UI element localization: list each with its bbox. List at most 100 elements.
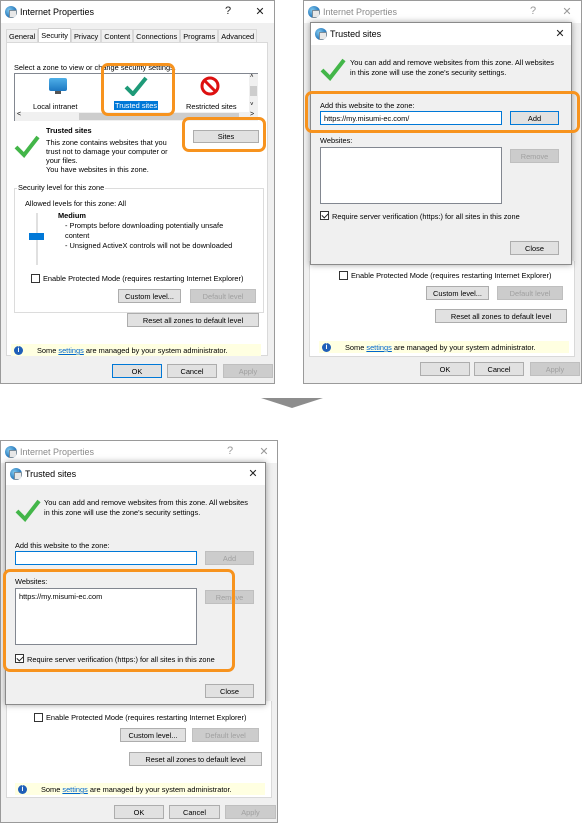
- zone-label: Restricted sites: [186, 102, 237, 111]
- scroll-up-icon[interactable]: ˄: [250, 74, 254, 80]
- help-button[interactable]: ?: [221, 5, 235, 17]
- tab-advanced[interactable]: Advanced: [218, 29, 258, 42]
- window-title: Internet Properties: [20, 7, 95, 17]
- checkmark-icon: [15, 499, 41, 522]
- help-button[interactable]: ?: [223, 445, 237, 457]
- zone-restricted-sites[interactable]: Restricted sites: [183, 76, 243, 112]
- add-website-label: Add this website to the zone:: [15, 541, 110, 550]
- settings-link[interactable]: settings: [62, 785, 87, 794]
- admin-info-bar: i Some settings are managed by your syst…: [15, 783, 265, 795]
- close-dialog-button[interactable]: Close: [510, 241, 559, 255]
- apply-button[interactable]: Apply: [225, 805, 276, 819]
- require-https-label: Require server verification (https:) for…: [332, 212, 520, 221]
- tab-strip: General Security Privacy Content Connect…: [6, 28, 258, 42]
- close-button[interactable]: ✕: [257, 445, 271, 458]
- close-button[interactable]: ✕: [253, 5, 267, 18]
- ie-globe-icon: [5, 446, 17, 458]
- info-text-post: are managed by your system administrator…: [87, 785, 232, 794]
- reset-all-zones-button[interactable]: Reset all zones to default level: [435, 309, 567, 323]
- level-description: - Unsigned ActiveX controls will not be …: [65, 241, 233, 250]
- add-button[interactable]: Add: [205, 551, 254, 565]
- default-level-button[interactable]: Default level: [190, 289, 256, 303]
- close-button[interactable]: ✕: [560, 5, 574, 18]
- default-level-button[interactable]: Default level: [497, 286, 563, 300]
- custom-level-button[interactable]: Custom level...: [426, 286, 489, 300]
- info-icon: i: [322, 343, 331, 352]
- zone-heading: Trusted sites: [46, 126, 92, 135]
- apply-button[interactable]: Apply: [530, 362, 580, 376]
- tab-general[interactable]: General: [6, 29, 39, 42]
- close-dialog-button[interactable]: Close: [205, 684, 254, 698]
- websites-list[interactable]: [320, 147, 502, 204]
- title-bar: Internet Properties ? ✕: [304, 1, 581, 23]
- ok-button[interactable]: OK: [112, 364, 162, 378]
- cancel-button[interactable]: Cancel: [169, 805, 220, 819]
- protected-mode-label: Enable Protected Mode (requires restarti…: [46, 713, 247, 722]
- tab-content[interactable]: Content: [101, 29, 134, 42]
- tab-connections[interactable]: Connections: [133, 29, 181, 42]
- scroll-down-icon[interactable]: ˅: [250, 102, 254, 108]
- cancel-button[interactable]: Cancel: [474, 362, 524, 376]
- close-button[interactable]: ✕: [553, 27, 567, 40]
- default-level-button[interactable]: Default level: [192, 728, 259, 742]
- level-description: - Prompts before downloading potentially…: [65, 221, 224, 230]
- custom-level-button[interactable]: Custom level...: [120, 728, 186, 742]
- protected-mode-checkbox[interactable]: [31, 274, 40, 283]
- settings-link[interactable]: settings: [58, 346, 83, 355]
- tab-privacy[interactable]: Privacy: [71, 29, 102, 42]
- zone-description: your files.: [46, 156, 78, 165]
- vertical-scrollbar[interactable]: ˄ ˅: [249, 74, 258, 112]
- dialog-title-bar: Trusted sites ✕: [6, 463, 265, 485]
- apply-button[interactable]: Apply: [223, 364, 273, 378]
- title-bar: Internet Properties ? ✕: [1, 441, 277, 463]
- prohibited-icon: [200, 76, 220, 96]
- remove-button[interactable]: Remove: [510, 149, 559, 163]
- websites-label: Websites:: [320, 136, 353, 145]
- custom-level-button[interactable]: Custom level...: [118, 289, 181, 303]
- security-level-slider[interactable]: [27, 213, 47, 265]
- scroll-left-icon[interactable]: <: [17, 111, 21, 118]
- ok-button[interactable]: OK: [420, 362, 470, 376]
- scroll-thumb[interactable]: [250, 86, 257, 96]
- intro-text: You can add and remove websites from thi…: [44, 498, 248, 507]
- title-bar: Internet Properties ? ✕: [1, 1, 274, 23]
- info-text-post: are managed by your system administrator…: [83, 346, 228, 355]
- ok-button[interactable]: OK: [114, 805, 164, 819]
- intro-text: You can add and remove websites from thi…: [350, 58, 554, 67]
- help-button[interactable]: ?: [526, 5, 540, 17]
- window-title: Internet Properties: [323, 7, 398, 17]
- admin-info-bar: i Some settings are managed by your syst…: [11, 344, 261, 356]
- zone-local-intranet[interactable]: Local intranet: [33, 76, 83, 112]
- info-text-pre: Some: [345, 343, 367, 352]
- add-website-input[interactable]: [15, 551, 197, 565]
- require-https-checkbox[interactable]: [320, 211, 329, 220]
- allowed-levels: Allowed levels for this zone: All: [25, 199, 127, 208]
- security-tab-panel: Enable Protected Mode (requires restarti…: [309, 261, 575, 357]
- window-title: Internet Properties: [20, 447, 95, 457]
- protected-mode-label: Enable Protected Mode (requires restarti…: [351, 271, 552, 280]
- zone-description: You have websites in this zone.: [46, 165, 149, 174]
- admin-info-bar: i Some settings are managed by your syst…: [319, 341, 569, 353]
- info-icon: i: [18, 785, 27, 794]
- slider-thumb[interactable]: [29, 233, 44, 240]
- reset-all-zones-button[interactable]: Reset all zones to default level: [129, 752, 262, 766]
- down-arrow-icon: [261, 398, 323, 408]
- zone-label: Local intranet: [33, 102, 78, 111]
- level-description: content: [65, 231, 90, 240]
- reset-all-zones-button[interactable]: Reset all zones to default level: [127, 313, 259, 327]
- cancel-button[interactable]: Cancel: [167, 364, 217, 378]
- protected-mode-checkbox[interactable]: [339, 271, 348, 280]
- close-button[interactable]: ✕: [246, 467, 260, 480]
- protected-mode-checkbox[interactable]: [34, 713, 43, 722]
- tab-programs[interactable]: Programs: [180, 29, 219, 42]
- tab-security[interactable]: Security: [38, 28, 71, 42]
- settings-link[interactable]: settings: [366, 343, 391, 352]
- highlight-trusted-sites: [101, 63, 175, 116]
- checkmark-icon: [320, 58, 346, 81]
- ie-globe-icon: [315, 28, 327, 40]
- internet-properties-window: Internet Properties ? ✕ General Security…: [0, 0, 275, 384]
- zone-description: This zone contains websites that you: [46, 138, 167, 147]
- security-tab-panel: Enable Protected Mode (requires restarti…: [6, 701, 272, 798]
- ie-globe-icon: [10, 468, 22, 480]
- intro-text: in this zone will use the zone's securit…: [44, 508, 201, 517]
